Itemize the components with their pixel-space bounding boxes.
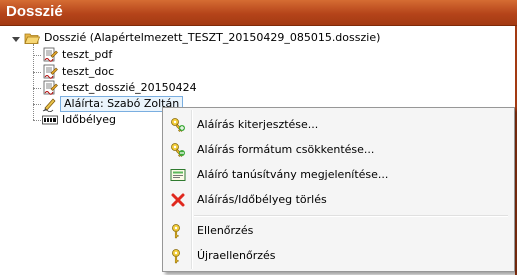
tree-node-root[interactable]: Dosszié (Alapértelmezett_TESZT_20150429_… [24,30,382,46]
menu-item-reduce-signature-format[interactable]: Aláírás formátum csökkentése... [165,139,510,161]
tree-node-label: Időbélyeg [62,113,117,126]
menu-item-label: Ellenőrzés [197,224,254,237]
tree-connector-line [33,120,41,121]
menu-item-show-signer-certificate[interactable]: Aláíró tanúsítvány megjelenítése... [165,164,510,186]
timestamp-icon [42,112,58,128]
menu-item-label: Aláírás/Időbélyeg törlés [197,193,327,206]
tree-node-label: teszt_dosszié_20150424 [62,81,197,94]
context-menu: Aláírás kiterjesztése... Aláírás formátu… [162,107,515,272]
tree-node-label: Dosszié (Alapértelmezett_TESZT_20150429_… [44,31,381,44]
tree-node-label: teszt_pdf [62,48,113,61]
delete-x-icon [170,192,186,208]
document-signed-icon [42,64,58,80]
menu-item-delete-signature-timestamp[interactable]: Aláírás/Időbélyeg törlés [165,189,510,211]
tree-node-timestamp[interactable]: Időbélyeg [42,112,118,128]
tree-node-document[interactable]: teszt_pdf [42,47,114,63]
tree-connector-line [33,72,41,73]
menu-item-label: Aláírás formátum csökkentése... [197,143,375,156]
menu-item-verify[interactable]: Ellenőrzés [165,220,510,242]
key-recheck-icon [170,248,186,264]
document-signed-icon [42,80,58,96]
menu-item-extend-signature[interactable]: Aláírás kiterjesztése... [165,114,510,136]
key-add-icon [170,117,186,133]
menu-item-label: Újraellenőrzés [197,249,276,262]
key-remove-icon [170,142,186,158]
menu-item-label: Aláírás kiterjesztése... [197,118,319,131]
key-check-icon [170,223,186,239]
folder-open-icon [24,30,41,46]
tree-node-label: teszt_doc [62,65,115,78]
menu-item-reverify[interactable]: Újraellenőrzés [165,245,510,267]
signature-pen-icon [42,96,58,113]
window-title: Dosszié [6,3,63,20]
window-titlebar: Dosszié [0,0,517,26]
tree-connector-line [33,55,41,56]
tree-connector-line [33,104,41,105]
menu-item-label: Aláíró tanúsítvány megjelenítése... [197,168,389,181]
document-signed-icon [42,47,58,63]
certificate-icon [170,167,186,183]
tree-node-document[interactable]: teszt_dosszié_20150424 [42,80,199,96]
tree-expander-collapse[interactable] [12,37,20,42]
tree-connector-line [33,88,41,89]
tree-node-document[interactable]: teszt_doc [42,64,116,80]
menu-separator [194,215,508,217]
